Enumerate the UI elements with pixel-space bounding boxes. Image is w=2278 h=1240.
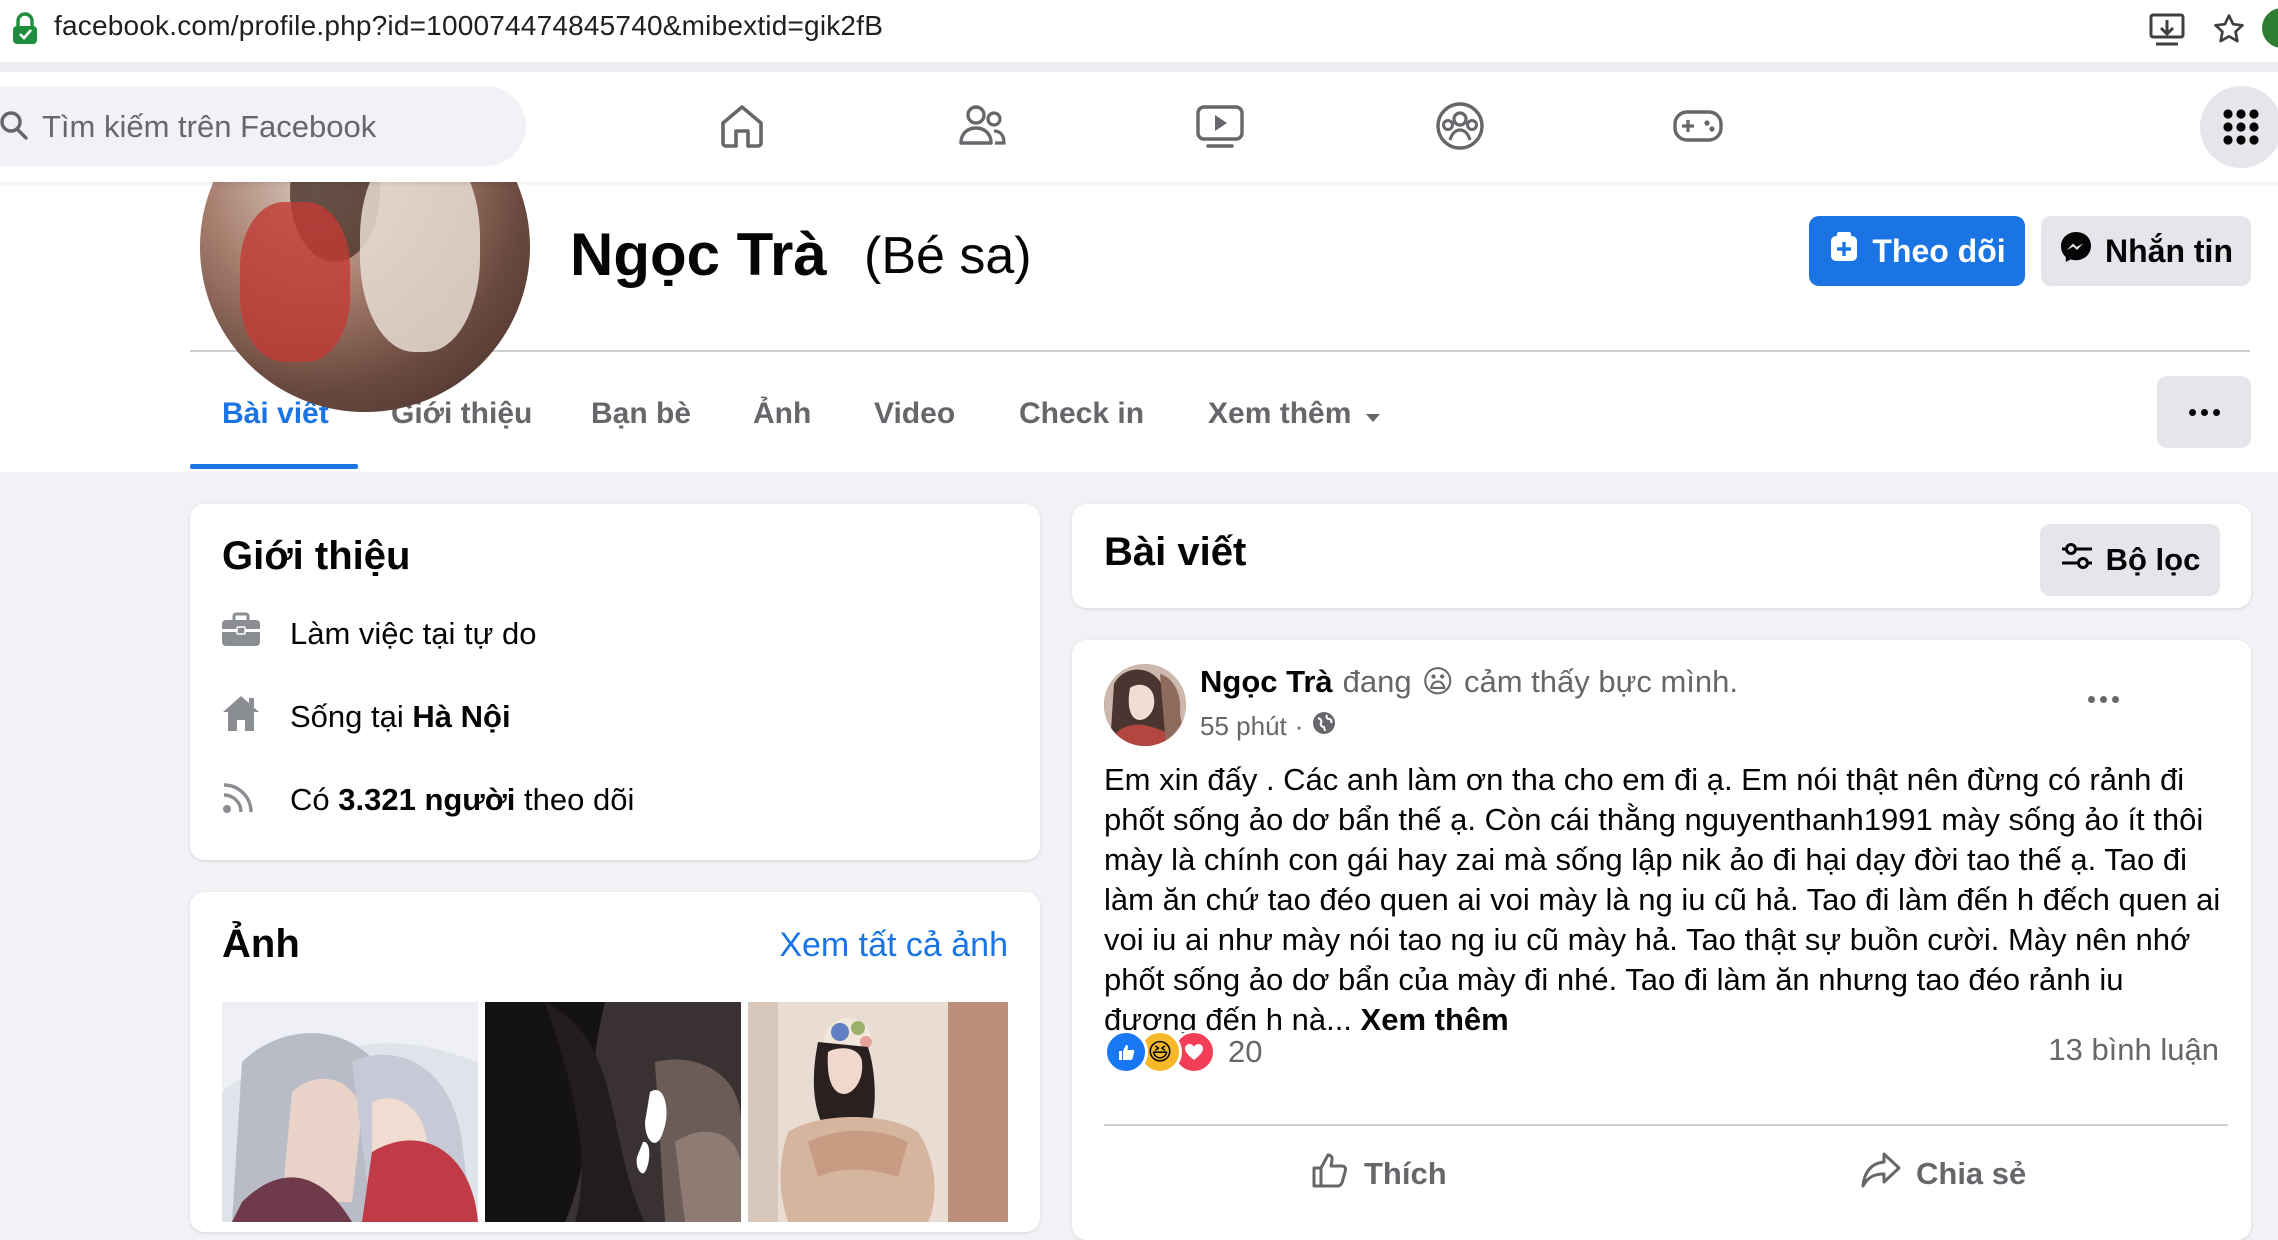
tab-checkins[interactable]: Check in — [1019, 374, 1144, 454]
lock-icon — [10, 12, 40, 51]
post-text: Em xin đấy . Các anh làm ơn tha cho em đ… — [1104, 762, 2221, 1037]
meta-separator: · — [1294, 711, 1304, 741]
like-label: Thích — [1364, 1156, 1447, 1191]
share-button[interactable]: Chia sẻ — [1860, 1136, 2026, 1212]
house-icon — [220, 693, 262, 741]
briefcase-icon — [220, 611, 262, 657]
reaction-count: 20 — [1228, 1034, 1263, 1069]
profile-more-button[interactable] — [2157, 376, 2251, 448]
intro-followers-count[interactable]: 3.321 người — [338, 782, 515, 817]
avatar-dress-shape — [240, 202, 350, 362]
follow-label: Theo dõi — [1872, 232, 2006, 269]
post-time[interactable]: 55 phút — [1200, 711, 1287, 742]
photos-card: Ảnh Xem tất cả ảnh — [190, 892, 1040, 1232]
toolbar-separator — [0, 62, 2278, 72]
active-tab-indicator — [190, 464, 358, 469]
intro-title: Giới thiệu — [222, 534, 411, 578]
menu-grid-icon[interactable] — [2200, 86, 2278, 168]
browser-profile-avatar[interactable] — [2262, 8, 2278, 48]
intro-work-row: Làm việc tại tự do — [220, 609, 536, 659]
photos-title: Ảnh — [222, 922, 300, 966]
profile-alternate-name: (Bé sa) — [864, 227, 1032, 285]
feeling-text: cảm thấy bực mình. — [1463, 664, 1738, 699]
tab-videos[interactable]: Video — [874, 374, 955, 454]
filter-label: Bộ lọc — [2105, 542, 2201, 577]
post-author-name[interactable]: Ngọc Trà — [1200, 664, 1333, 700]
friends-icon[interactable] — [950, 94, 1014, 158]
message-label: Nhắn tin — [2105, 232, 2233, 269]
filter-sliders-icon — [2060, 541, 2094, 579]
post-actions-divider — [1104, 1124, 2228, 1126]
facebook-top-nav — [0, 72, 2278, 182]
tab-friends[interactable]: Bạn bè — [591, 374, 691, 454]
intro-card: Giới thiệu Làm việc tại tự do Sống tại H… — [190, 504, 1040, 860]
see-more-link[interactable]: Xem thêm — [1361, 1002, 1509, 1037]
post-options-dots-icon — [2088, 696, 2119, 703]
post-author-avatar[interactable] — [1104, 664, 1186, 746]
url-text[interactable]: facebook.com/profile.php?id=100074474845… — [54, 10, 883, 42]
intro-lives-city[interactable]: Hà Nội — [412, 699, 510, 734]
more-dots-icon — [2188, 408, 2220, 416]
groups-icon[interactable] — [1428, 94, 1492, 158]
search-box[interactable] — [0, 86, 526, 166]
follow-button[interactable]: Theo dõi — [1809, 216, 2025, 286]
see-all-photos-link[interactable]: Xem tất cả ảnh — [779, 926, 1008, 965]
rss-feed-icon — [220, 776, 262, 824]
like-button[interactable]: Thích — [1310, 1136, 1447, 1212]
post-author-line: Ngọc Trà đang 😦 cảm thấy bực mình. — [1200, 664, 1738, 700]
feeling-prefix: đang — [1342, 664, 1412, 699]
intro-followers-prefix: Có — [290, 782, 339, 817]
intro-lives-row: Sống tại Hà Nội — [220, 692, 511, 742]
gaming-icon[interactable] — [1666, 94, 1730, 158]
feeling-emoji-icon: 😦 — [1421, 664, 1454, 699]
share-label: Chia sẻ — [1916, 1156, 2027, 1191]
follow-plus-icon — [1828, 230, 1860, 272]
search-icon — [0, 110, 30, 147]
like-reaction-icon — [1104, 1030, 1148, 1074]
filter-button[interactable]: Bộ lọc — [2040, 524, 2220, 596]
message-button[interactable]: Nhắn tin — [2041, 216, 2251, 286]
bookmark-star-icon[interactable] — [2212, 12, 2246, 51]
post-body: Em xin đấy . Các anh làm ơn tha cho em đ… — [1104, 760, 2224, 1040]
post-meta: 55 phút · — [1200, 710, 1337, 743]
photo-thumbnail-2[interactable] — [485, 1002, 741, 1222]
home-icon[interactable] — [710, 94, 774, 158]
thumbs-up-icon — [1310, 1150, 1350, 1198]
intro-followers-text: Có 3.321 người theo dõi — [290, 782, 634, 818]
search-input[interactable] — [40, 104, 484, 150]
photo-thumbnail-3[interactable] — [748, 1002, 1008, 1222]
intro-work-text: Làm việc tại tự do — [290, 616, 537, 651]
tab-photos[interactable]: Ảnh — [753, 374, 811, 454]
post-options-button[interactable] — [2088, 696, 2119, 703]
browser-address-bar: facebook.com/profile.php?id=100074474845… — [0, 0, 2278, 62]
intro-lives-prefix: Sống tại — [290, 699, 413, 734]
comment-count-link[interactable]: 13 bình luận — [2048, 1032, 2219, 1068]
public-globe-icon[interactable] — [1311, 710, 1337, 743]
install-app-icon[interactable] — [2148, 12, 2186, 53]
caret-down-icon — [1365, 397, 1381, 431]
intro-followers-suffix: theo dõi — [515, 782, 635, 817]
intro-followers-row: Có 3.321 người theo dõi — [220, 775, 634, 825]
header-divider — [190, 350, 2250, 352]
posts-header-card: Bài viết Bộ lọc — [1072, 504, 2251, 608]
photo-thumbnail-1[interactable] — [222, 1002, 478, 1222]
intro-lives-text: Sống tại Hà Nội — [290, 699, 511, 735]
share-arrow-icon — [1860, 1151, 1902, 1197]
messenger-icon — [2059, 230, 2093, 272]
watch-video-icon[interactable] — [1188, 94, 1252, 158]
posts-header-title: Bài viết — [1104, 530, 1247, 574]
reaction-summary[interactable]: 😆 20 — [1104, 1030, 1262, 1074]
post-card: Ngọc Trà đang 😦 cảm thấy bực mình. 55 ph… — [1072, 640, 2251, 1240]
profile-name: Ngọc Trà — [570, 221, 827, 288]
tab-more[interactable]: Xem thêm — [1208, 374, 1381, 454]
profile-header: Ngọc Trà (Bé sa) Theo dõi Nhắn tin Bài v… — [0, 82, 2278, 472]
tab-more-label: Xem thêm — [1208, 397, 1352, 430]
